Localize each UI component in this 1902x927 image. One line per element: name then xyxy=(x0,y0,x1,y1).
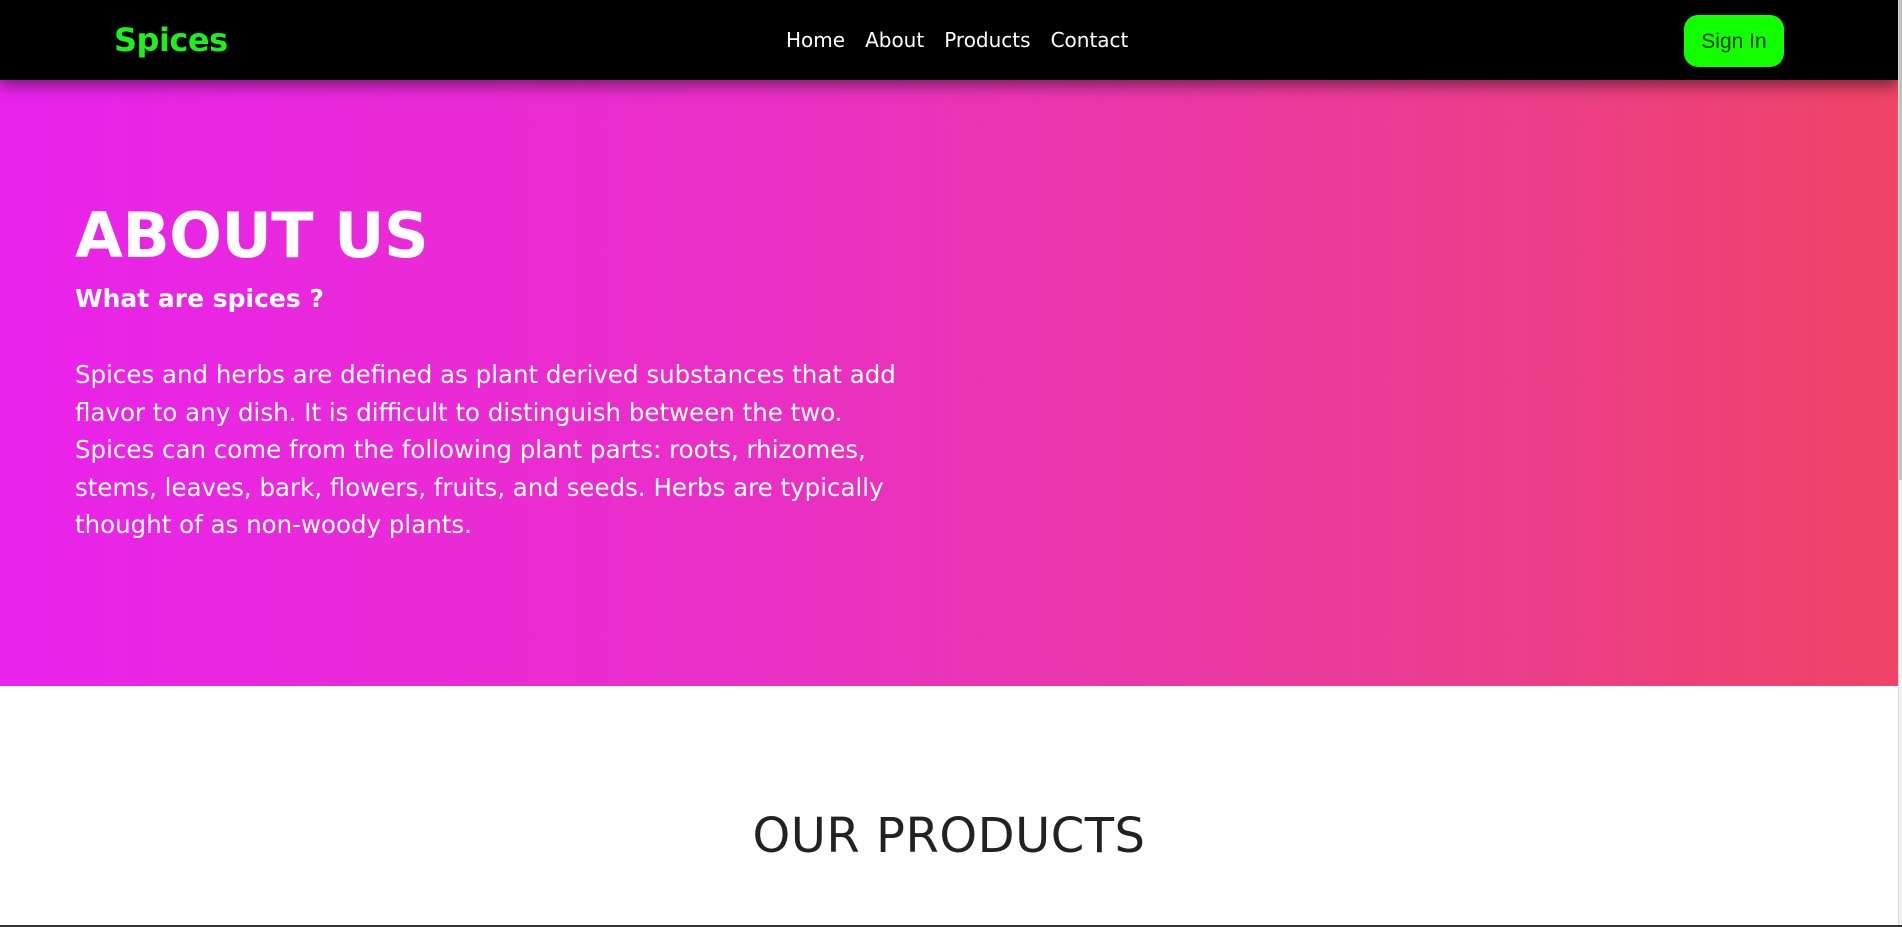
nav-link-home[interactable]: Home xyxy=(786,26,845,54)
products-title: OUR PRODUCTS xyxy=(752,808,1146,864)
nav-link-contact[interactable]: Contact xyxy=(1051,26,1129,54)
about-subtitle: What are spices ? xyxy=(75,284,324,313)
navbar: Spices Home About Products Contact Sign … xyxy=(0,0,1898,80)
about-paragraph: Spices and herbs are defined as plant de… xyxy=(75,360,896,539)
products-section: OUR PRODUCTS xyxy=(0,686,1898,927)
nav-links: Home About Products Contact xyxy=(786,26,1148,54)
about-hero-section: ABOUT US What are spices ? Spices and he… xyxy=(0,80,1898,686)
about-title: ABOUT US xyxy=(75,199,429,272)
brand-logo[interactable]: Spices xyxy=(114,20,228,60)
page: Spices Home About Products Contact Sign … xyxy=(0,0,1898,927)
vertical-scrollbar[interactable] xyxy=(1898,0,1902,927)
sign-in-button[interactable]: Sign In xyxy=(1684,15,1784,67)
browser-viewport: Spices Home About Products Contact Sign … xyxy=(0,0,1902,927)
nav-link-about[interactable]: About xyxy=(865,26,924,54)
nav-link-products[interactable]: Products xyxy=(944,26,1030,54)
